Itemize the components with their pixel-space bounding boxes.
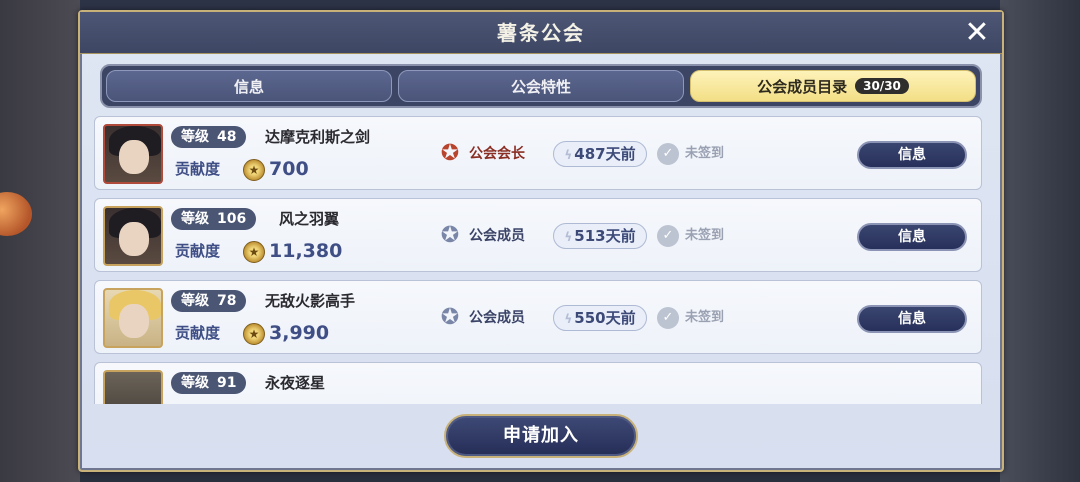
bolt-icon: ϟ: [564, 148, 573, 162]
member-info-button[interactable]: 信息: [857, 223, 967, 251]
contribution-label: 贡献度: [175, 160, 221, 178]
dialog-title: 薯条公会: [497, 21, 585, 45]
last-online-value: 487天前: [574, 145, 636, 163]
tab-label: 公会成员目录: [757, 77, 848, 96]
checkmark-icon: ✓: [657, 307, 679, 329]
member-role: 公会成员: [469, 310, 525, 326]
checkin-status: 未签到: [685, 146, 725, 161]
level-badge: 等级 78: [171, 290, 247, 312]
tab-label: 信息: [233, 77, 264, 96]
tab-bar: 信息 公会特性 公会成员目录 30/30: [100, 64, 982, 108]
member-row: 等级 106 风之羽翼 贡献度 ★ 11,380 ✪ 公会成员 ϟ 513天前 ✓…: [94, 198, 982, 272]
contribution-coin-icon: ★: [243, 241, 265, 263]
member-name: 永夜逐星: [265, 374, 326, 392]
tab-label: 公会特性: [510, 77, 571, 96]
contribution-label: 贡献度: [175, 242, 221, 260]
apply-join-button[interactable]: 申请加入: [444, 414, 638, 458]
guild-dialog: 薯条公会 ✕ 信息 公会特性 公会成员目录 30/30 等级 48 达摩克利斯之…: [78, 10, 1004, 472]
member-star-icon: ✪: [440, 305, 460, 330]
level-value: 91: [217, 375, 237, 391]
member-row: 等级 78 无敌火影高手 贡献度 ★ 3,990 ✪ 公会成员 ϟ 550天前 ✓…: [94, 280, 982, 354]
dialog-footer: 申请加入: [80, 404, 1002, 470]
bolt-icon: ϟ: [564, 230, 573, 244]
contribution-coin-icon: ★: [243, 159, 265, 181]
contribution-value: 11,380: [269, 240, 343, 262]
member-row: 等级 48 达摩克利斯之剑 贡献度 ★ 700 ✪ 公会会长 ϟ 487天前 ✓ …: [94, 116, 982, 190]
checkmark-icon: ✓: [657, 225, 679, 247]
last-online: ϟ 487天前: [553, 141, 647, 167]
member-avatar[interactable]: [103, 124, 163, 184]
last-online-value: 550天前: [574, 309, 636, 327]
last-online: ϟ 550天前: [553, 305, 647, 331]
leader-star-icon: ✪: [440, 141, 460, 166]
contribution-label: 贡献度: [175, 324, 221, 342]
member-list[interactable]: 等级 48 达摩克利斯之剑 贡献度 ★ 700 ✪ 公会会长 ϟ 487天前 ✓ …: [94, 116, 982, 404]
member-avatar[interactable]: [103, 288, 163, 348]
background-left: [0, 0, 80, 482]
member-row: 等级 91 永夜逐星: [94, 362, 982, 404]
close-button[interactable]: ✕: [960, 16, 994, 50]
level-badge: 等级 48: [171, 126, 247, 148]
member-avatar[interactable]: [103, 370, 163, 404]
level-value: 78: [217, 293, 237, 309]
background-right: [1000, 0, 1080, 482]
tab-member-directory[interactable]: 公会成员目录 30/30: [690, 70, 976, 102]
bolt-icon: ϟ: [564, 312, 573, 326]
dialog-header: 薯条公会 ✕: [80, 12, 1002, 54]
member-avatar[interactable]: [103, 206, 163, 266]
contribution-coin-icon: ★: [243, 323, 265, 345]
last-online: ϟ 513天前: [553, 223, 647, 249]
member-star-icon: ✪: [440, 223, 460, 248]
member-name: 无敌火影高手: [265, 292, 356, 310]
member-name: 达摩克利斯之剑: [265, 128, 371, 146]
level-badge: 等级 106: [171, 208, 257, 230]
level-label: 等级: [181, 375, 209, 391]
tab-guild-traits[interactable]: 公会特性: [398, 70, 684, 102]
level-label: 等级: [181, 211, 209, 227]
contribution-value: 700: [269, 158, 309, 180]
level-label: 等级: [181, 293, 209, 309]
level-label: 等级: [181, 129, 209, 145]
member-info-button[interactable]: 信息: [857, 305, 967, 333]
member-name: 风之羽翼: [279, 210, 340, 228]
level-badge: 等级 91: [171, 372, 247, 394]
checkmark-icon: ✓: [657, 143, 679, 165]
level-value: 106: [217, 211, 247, 227]
level-value: 48: [217, 129, 237, 145]
member-role: 公会会长: [469, 146, 525, 162]
member-count-badge: 30/30: [855, 78, 909, 94]
tab-info[interactable]: 信息: [106, 70, 392, 102]
member-info-button[interactable]: 信息: [857, 141, 967, 169]
last-online-value: 513天前: [574, 227, 636, 245]
checkin-status: 未签到: [685, 228, 725, 243]
checkin-status: 未签到: [685, 310, 725, 325]
member-role: 公会成员: [469, 228, 525, 244]
contribution-value: 3,990: [269, 322, 330, 344]
